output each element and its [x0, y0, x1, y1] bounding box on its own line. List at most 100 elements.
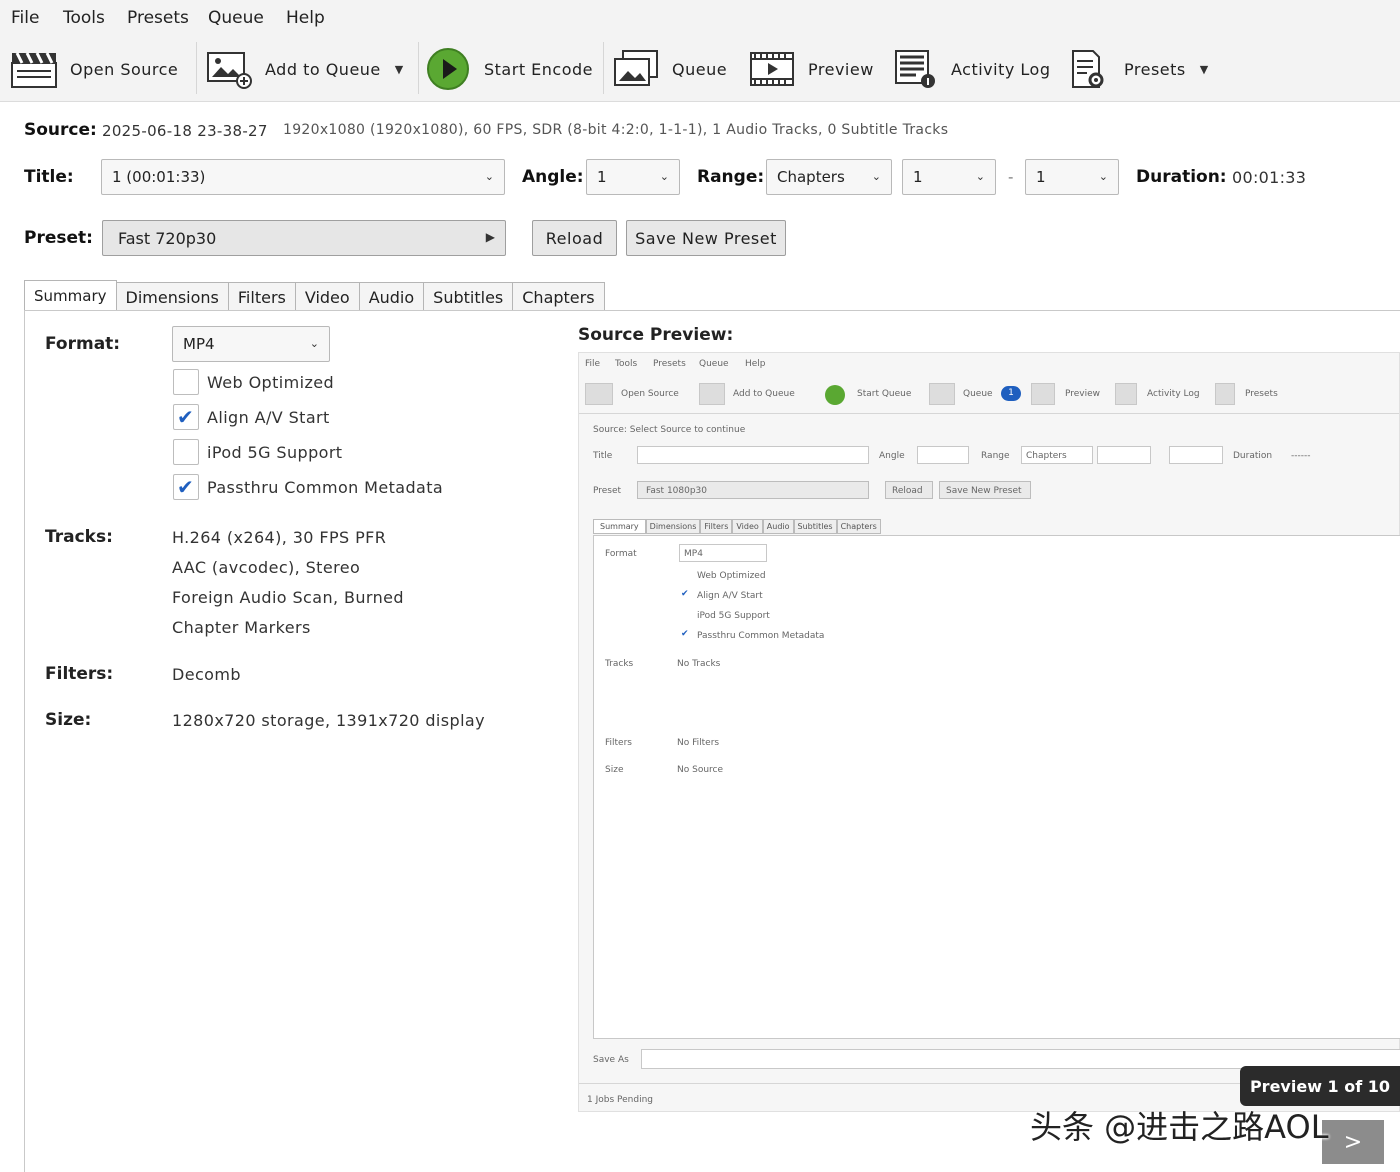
open-source-button[interactable]: Open Source — [8, 36, 178, 102]
align-av-start-label: Align A/V Start — [207, 408, 330, 427]
mini-duration-value: ------ — [1291, 451, 1311, 461]
angle-label: Angle: — [522, 167, 584, 187]
track-item: Chapter Markers — [172, 618, 311, 637]
next-preview-button[interactable]: > — [1322, 1120, 1384, 1164]
chevron-down-icon: ⌄ — [659, 170, 669, 183]
chevron-down-icon: ⌄ — [1098, 170, 1108, 183]
mini-preset-label: Preset — [593, 486, 622, 496]
preview-label: Preview — [808, 59, 874, 79]
start-encode-label: Start Encode — [484, 59, 594, 79]
source-name: 2025-06-18 23-38-27 — [102, 122, 268, 140]
web-optimized-label: Web Optimized — [207, 373, 335, 392]
filters-label: Filters: — [45, 664, 114, 684]
mini-tracks-label: Tracks — [605, 659, 634, 669]
source-info: 1920x1080 (1920x1080), 60 FPS, SDR (8-bi… — [283, 122, 949, 138]
watermark: 头条 @进击之路AOL — [1030, 1108, 1329, 1146]
range-type-dropdown[interactable]: Chapters ⌄ — [766, 159, 892, 195]
save-new-preset-button[interactable]: Save New Preset — [626, 220, 786, 256]
mini-checkmark-icon: ✔ — [681, 629, 689, 639]
menu-queue[interactable]: Queue — [208, 8, 264, 28]
tab-filters[interactable]: Filters — [228, 282, 296, 312]
passthru-metadata-checkbox[interactable]: ✔ — [173, 474, 199, 500]
range-end-dropdown[interactable]: 1 ⌄ — [1025, 159, 1119, 195]
mini-reload-label: Reload — [892, 486, 923, 496]
preset-selector[interactable]: Fast 720p30 ▶ — [102, 220, 506, 256]
tab-video[interactable]: Video — [295, 282, 360, 312]
mini-toolbar-label: Activity Log — [1147, 389, 1200, 399]
mini-tab: Subtitles — [793, 519, 837, 534]
tab-audio[interactable]: Audio — [359, 282, 425, 312]
chevron-down-icon[interactable]: ▼ — [395, 63, 403, 76]
preview-button[interactable]: Preview — [746, 36, 874, 102]
mini-range-label: Range — [981, 451, 1010, 461]
ipod-5g-checkbox[interactable] — [173, 439, 199, 465]
mini-toolbar-label: Preview — [1065, 389, 1101, 399]
preview-counter-badge: Preview 1 of 10 — [1240, 1066, 1400, 1106]
mini-toolbar-divider — [579, 413, 1399, 414]
menu-help[interactable]: Help — [286, 8, 325, 28]
title-dropdown[interactable]: 1 (00:01:33) ⌄ — [101, 159, 505, 195]
mini-option-label: Passthru Common Metadata — [697, 631, 825, 641]
toolbar: Open Source Add to Queue ▼ Start Encode … — [0, 36, 1400, 102]
chevron-down-icon[interactable]: ▼ — [1200, 63, 1208, 76]
tab-chapters[interactable]: Chapters — [513, 282, 605, 312]
film-play-icon — [746, 47, 798, 91]
passthru-metadata-label: Passthru Common Metadata — [207, 478, 444, 497]
mini-menu-item: Tools — [615, 359, 638, 369]
mini-preset-selector: Fast 1080p30 — [637, 481, 869, 499]
tab-subtitles[interactable]: Subtitles — [424, 282, 514, 312]
range-separator: - — [1008, 168, 1014, 186]
presets-button[interactable]: Presets ▼ — [1062, 36, 1208, 102]
mini-film-play-icon — [1031, 383, 1055, 405]
menu-file[interactable]: File — [11, 8, 39, 28]
preset-label: Preset: — [24, 228, 93, 248]
start-encode-button[interactable]: Start Encode — [422, 36, 593, 102]
chevron-down-icon: ⌄ — [484, 170, 494, 183]
mini-angle-label: Angle — [879, 451, 905, 461]
activity-log-button[interactable]: Activity Log — [889, 36, 1051, 102]
menu-presets[interactable]: Presets — [127, 8, 189, 28]
mini-format-dropdown: MP4 — [679, 544, 767, 562]
size-value: 1280x720 storage, 1391x720 display — [172, 711, 485, 730]
mini-tab: Summary — [593, 519, 646, 534]
mini-duration-label: Duration — [1233, 451, 1273, 461]
ipod-5g-label: iPod 5G Support — [207, 443, 343, 462]
chevron-right-icon: ▶ — [485, 230, 495, 244]
track-item: Foreign Audio Scan, Burned — [172, 588, 404, 607]
add-to-queue-button[interactable]: Add to Queue ▼ — [203, 36, 403, 102]
menu-tools[interactable]: Tools — [63, 8, 105, 28]
tab-summary[interactable]: Summary — [24, 280, 117, 312]
title-value: 1 (00:01:33) — [112, 168, 206, 186]
mini-filters-value: No Filters — [677, 738, 720, 748]
activity-log-label: Activity Log — [951, 59, 1051, 79]
mini-filters-label: Filters — [605, 738, 632, 748]
mini-tracks-value: No Tracks — [677, 659, 721, 669]
queue-button[interactable]: Queue — [610, 36, 727, 102]
mini-queue-count-badge: 1 — [1001, 386, 1021, 401]
mini-size-label: Size — [605, 765, 624, 775]
align-av-start-checkbox[interactable]: ✔ — [173, 404, 199, 430]
range-label: Range: — [697, 167, 765, 187]
source-preview-image[interactable]: File Tools Presets Queue Help Open Sourc… — [578, 352, 1400, 1112]
source-preview-heading: Source Preview: — [578, 325, 734, 345]
queue-icon — [610, 47, 662, 91]
range-start-dropdown[interactable]: 1 ⌄ — [902, 159, 996, 195]
mini-save-preset-label: Save New Preset — [946, 486, 1022, 496]
mini-source-line: Source: Select Source to continue — [593, 425, 746, 435]
presets-label: Presets — [1124, 59, 1186, 79]
format-dropdown[interactable]: MP4 ⌄ — [172, 326, 330, 362]
mini-menu-item: File — [585, 359, 601, 369]
size-label: Size: — [45, 710, 92, 730]
tab-dimensions[interactable]: Dimensions — [116, 282, 229, 312]
play-icon — [422, 47, 474, 91]
mini-size-value: No Source — [677, 765, 724, 775]
toolbar-separator — [418, 42, 419, 94]
mini-activity-log-icon — [1115, 383, 1137, 405]
mini-toolbar-label: Queue — [963, 389, 993, 399]
mini-option-label: Align A/V Start — [697, 591, 763, 601]
angle-dropdown[interactable]: 1 ⌄ — [586, 159, 680, 195]
reload-button[interactable]: Reload — [532, 220, 617, 256]
web-optimized-checkbox[interactable] — [173, 369, 199, 395]
preset-value: Fast 720p30 — [118, 229, 217, 248]
mini-tab: Audio — [762, 519, 794, 534]
